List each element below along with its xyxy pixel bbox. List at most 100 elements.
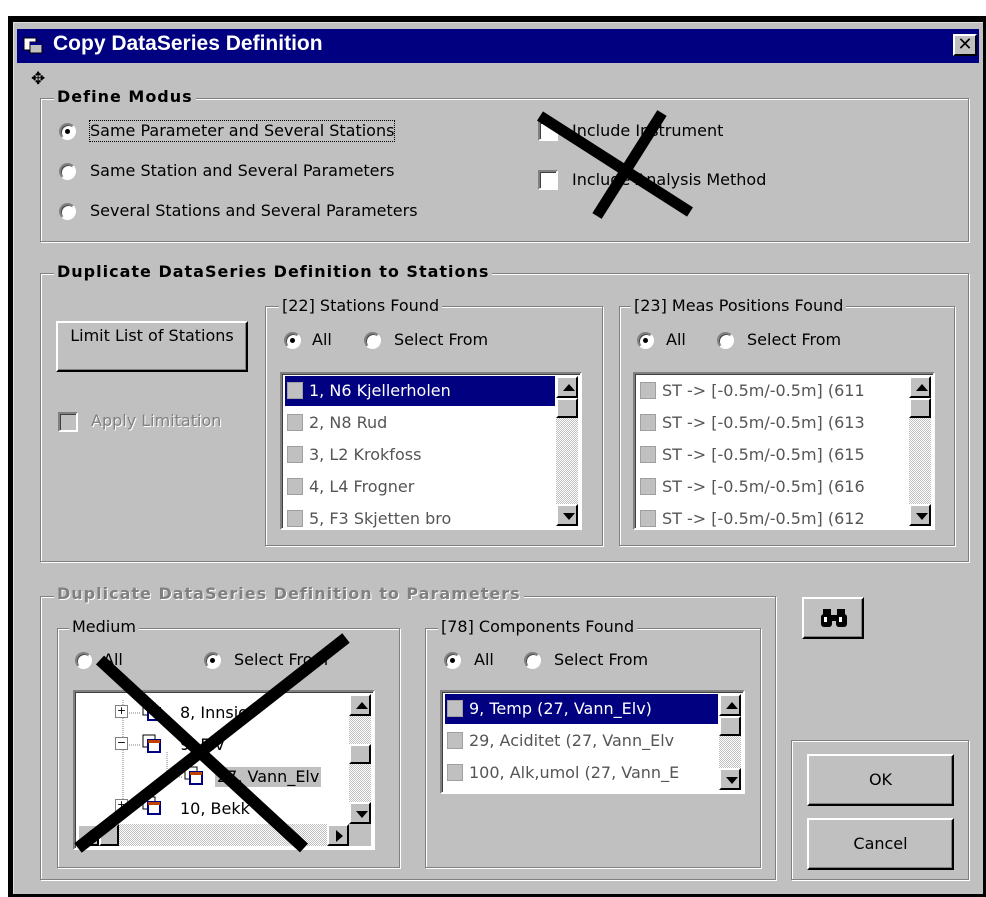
list-item-text: 29, Aciditet (27, Vann_Elv [469, 731, 675, 750]
ok-button[interactable]: OK [807, 754, 954, 806]
list-item[interactable]: 100, Alk,umol (27, Vann_E [445, 758, 718, 788]
row-checkbox[interactable] [640, 414, 656, 431]
scroll-down-button[interactable] [909, 504, 931, 526]
meas-select-label[interactable]: Select From [747, 330, 841, 350]
list-item[interactable]: 4, L4 Frogner [285, 472, 555, 502]
meas-all-label[interactable]: All [666, 330, 686, 350]
cancel-button[interactable]: Cancel [807, 818, 954, 870]
list-item[interactable]: ST -> [-0.5m/-0.5m] (612 [638, 504, 908, 528]
row-checkbox[interactable] [640, 382, 656, 399]
list-item[interactable]: 9, Temp (27, Vann_Elv) [445, 694, 718, 724]
scroll-corner [349, 824, 371, 846]
stations-all-label[interactable]: All [312, 330, 332, 350]
medium-vscrollbar[interactable] [349, 694, 371, 824]
medium-select-label[interactable]: Select From [234, 650, 328, 670]
components-select-label[interactable]: Select From [554, 650, 648, 670]
scroll-right-button[interactable] [327, 824, 349, 846]
meas-scrollbar[interactable] [909, 376, 931, 526]
modus-radio-same-station[interactable] [59, 163, 76, 180]
scroll-thumb[interactable] [909, 398, 931, 418]
list-item-text: ST -> [-0.5m/-0.5m] (612 [662, 509, 865, 528]
apply-limitation-label[interactable]: Apply Limitation [91, 411, 221, 431]
limit-list-button[interactable]: Limit List of Stations [56, 321, 248, 372]
modus-radio-several[interactable] [59, 203, 76, 220]
row-checkbox[interactable] [640, 478, 656, 495]
tree-item-label[interactable]: 8, Innsjø [180, 703, 248, 723]
include-instrument-checkbox[interactable] [538, 121, 558, 141]
list-item[interactable]: 29, Aciditet (27, Vann_Elv [445, 726, 718, 756]
row-checkbox[interactable] [640, 446, 656, 463]
stations-select-radio[interactable] [364, 332, 381, 349]
scroll-down-button[interactable] [556, 504, 578, 526]
medium-select-radio[interactable] [204, 652, 221, 669]
include-analysis-checkbox[interactable] [538, 170, 558, 190]
row-checkbox[interactable] [287, 446, 303, 463]
scroll-up-button[interactable] [349, 694, 371, 716]
folder-icon [184, 766, 203, 785]
list-item-text: ST -> [-0.5m/-0.5m] (613 [662, 413, 865, 432]
list-item[interactable]: ST -> [-0.5m/-0.5m] (613 [638, 408, 908, 438]
list-item[interactable]: 2, N8 Rud [285, 408, 555, 438]
components-all-radio[interactable] [444, 652, 461, 669]
scroll-thumb[interactable] [99, 824, 119, 846]
scroll-down-button[interactable] [349, 802, 371, 824]
stations-all-radio[interactable] [284, 332, 301, 349]
tree-item-label[interactable]: 10, Bekk [180, 799, 250, 819]
medium-all-label[interactable]: All [103, 650, 123, 670]
scroll-thumb[interactable] [556, 398, 578, 418]
close-button[interactable]: ✕ [953, 34, 977, 56]
modus-label-same-parameter[interactable]: Same Parameter and Several Stations [88, 120, 396, 142]
list-item[interactable]: ST -> [-0.5m/-0.5m] (611 [638, 376, 908, 406]
modus-label-several[interactable]: Several Stations and Several Parameters [90, 201, 418, 221]
medium-tree[interactable]: + − + 8, Innsjø 9, Elv 27, Vann_Elv 10, … [73, 690, 375, 850]
medium-hscrollbar[interactable] [77, 824, 349, 846]
limit-list-label: Limit List of Stations [70, 326, 234, 345]
list-item[interactable]: ST -> [-0.5m/-0.5m] (615 [638, 440, 908, 470]
medium-all-radio[interactable] [75, 652, 92, 669]
include-instrument-label[interactable]: Include Instrument [572, 121, 723, 141]
components-all-label[interactable]: All [474, 650, 494, 670]
list-item[interactable]: 3, L2 Krokfoss [285, 440, 555, 470]
apply-limitation-checkbox[interactable] [58, 412, 78, 432]
row-checkbox[interactable] [447, 764, 463, 781]
modus-radio-same-parameter[interactable] [59, 123, 76, 140]
title-bar[interactable]: Copy DataSeries Definition ✕ [17, 29, 979, 63]
components-listbox[interactable]: 9, Temp (27, Vann_Elv) 29, Aciditet (27,… [440, 690, 745, 794]
stations-scrollbar[interactable] [556, 376, 578, 526]
collapse-minus-icon[interactable]: − [115, 737, 128, 750]
list-item-text: 9, Temp (27, Vann_Elv) [469, 699, 652, 718]
list-item[interactable]: ST -> [-0.5m/-0.5m] (616 [638, 472, 908, 502]
row-checkbox[interactable] [287, 510, 303, 527]
list-item[interactable]: 5, F3 Skjetten bro [285, 504, 555, 528]
meas-all-radio[interactable] [637, 332, 654, 349]
expand-plus-icon[interactable]: + [115, 705, 128, 718]
modus-label-same-station[interactable]: Same Station and Several Parameters [90, 161, 394, 181]
row-checkbox[interactable] [447, 700, 463, 717]
scroll-up-button[interactable] [556, 376, 578, 398]
scroll-down-button[interactable] [719, 768, 741, 790]
include-analysis-label[interactable]: Include Analysis Method [572, 170, 766, 190]
scroll-left-button[interactable] [77, 824, 99, 846]
stations-select-label[interactable]: Select From [394, 330, 488, 350]
tree-item-label[interactable]: 9, Elv [180, 735, 224, 755]
row-checkbox[interactable] [287, 478, 303, 495]
meas-select-radio[interactable] [717, 332, 734, 349]
scroll-up-button[interactable] [719, 694, 741, 716]
app-icon [23, 37, 43, 54]
meas-positions-listbox[interactable]: ST -> [-0.5m/-0.5m] (611 ST -> [-0.5m/-0… [633, 372, 935, 530]
scroll-thumb[interactable] [349, 744, 371, 764]
components-select-radio[interactable] [524, 652, 541, 669]
tree-item-label[interactable]: 27, Vann_Elv [215, 767, 322, 787]
arrow-up-icon [916, 384, 928, 391]
row-checkbox[interactable] [287, 382, 303, 399]
scroll-up-button[interactable] [909, 376, 931, 398]
row-checkbox[interactable] [287, 414, 303, 431]
find-button[interactable] [802, 597, 864, 639]
components-scrollbar[interactable] [719, 694, 741, 790]
expand-plus-icon[interactable]: + [115, 799, 128, 812]
list-item[interactable]: 1, N6 Kjellerholen [285, 376, 555, 406]
row-checkbox[interactable] [447, 732, 463, 749]
row-checkbox[interactable] [640, 510, 656, 527]
scroll-thumb[interactable] [719, 716, 741, 736]
stations-listbox[interactable]: 1, N6 Kjellerholen 2, N8 Rud 3, L2 Krokf… [280, 372, 582, 530]
